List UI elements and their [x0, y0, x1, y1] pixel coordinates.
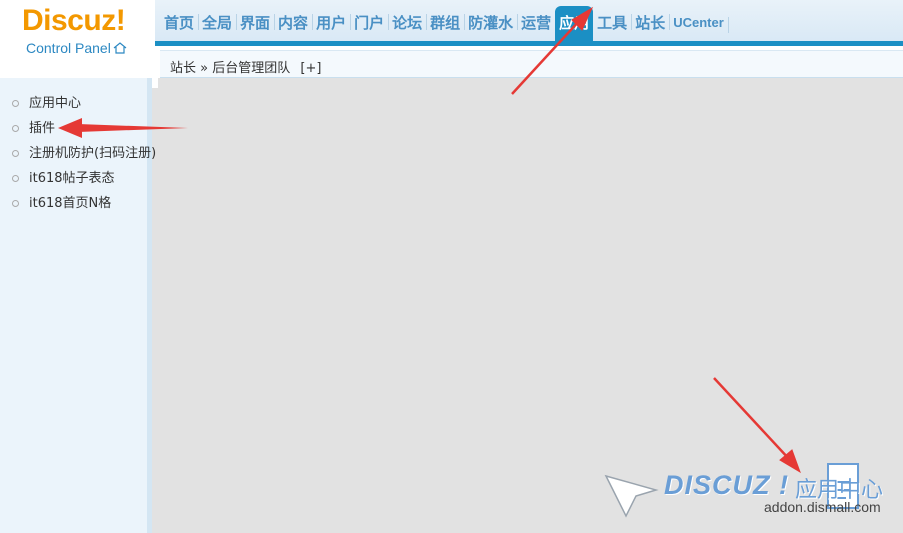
logo[interactable]: Discuz! Control Panel: [0, 0, 155, 78]
nav-user[interactable]: 用户: [312, 12, 352, 33]
sidebar-menu: 应用中心 插件 注册机防护(扫码注册) it618帖子表态 it618首页N格: [12, 96, 156, 221]
cursor-logo-icon: [604, 474, 659, 518]
nav-global[interactable]: 全局: [198, 12, 238, 33]
sidebar-item-label: it618帖子表态: [29, 171, 115, 186]
breadcrumb-bar: 站长 » 后台管理团队 [+]: [160, 50, 903, 78]
bullet-icon: [12, 200, 19, 207]
sidebar-item-plugins[interactable]: 插件: [12, 121, 156, 146]
sidebar-item-label: 注册机防护(扫码注册): [29, 146, 157, 161]
nav-ucenter[interactable]: UCenter: [669, 15, 729, 33]
watermark-brand: DISCUZ !: [664, 470, 789, 500]
logo-subtitle: Control Panel: [26, 40, 127, 56]
breadcrumb-separator: »: [200, 61, 209, 76]
nav-group[interactable]: 群组: [426, 12, 466, 33]
nav-home[interactable]: 首页: [160, 12, 200, 33]
sidebar-item-label: it618首页N格: [29, 196, 112, 211]
breadcrumb: 站长 » 后台管理团队 [+]: [170, 57, 321, 76]
breadcrumb-root[interactable]: 站长: [170, 61, 196, 76]
sidebar-item-app-center[interactable]: 应用中心: [12, 96, 156, 121]
breadcrumb-current: 后台管理团队: [212, 61, 291, 76]
nav-portal[interactable]: 门户: [350, 12, 390, 33]
nav-founder[interactable]: 站长: [631, 12, 671, 33]
sidebar-item-it618-home-grid[interactable]: it618首页N格: [12, 196, 156, 221]
topnav-divider: [155, 41, 903, 46]
nav-plugin-active[interactable]: 应用: [555, 6, 594, 43]
nav-tools[interactable]: 工具: [593, 12, 633, 33]
logo-subtitle-text: Control Panel: [26, 40, 111, 56]
nav-content[interactable]: 内容: [274, 12, 314, 33]
nav-forum[interactable]: 论坛: [388, 12, 428, 33]
bullet-icon: [12, 125, 19, 132]
sidebar-item-label: 插件: [29, 121, 56, 136]
sidebar-item-register-protect[interactable]: 注册机防护(扫码注册): [12, 146, 156, 171]
home-icon[interactable]: [113, 41, 127, 54]
logo-brand: Discuz!: [22, 4, 126, 37]
nav-style[interactable]: 界面: [236, 12, 276, 33]
breadcrumb-add-button[interactable]: [+]: [300, 61, 321, 76]
sidebar-item-label: 应用中心: [29, 96, 82, 111]
bullet-icon: [12, 150, 19, 157]
bullet-icon: [12, 100, 19, 107]
sidebar-item-it618-post-react[interactable]: it618帖子表态: [12, 171, 156, 196]
top-navigation: 首页 全局 界面 内容 用户 门户 论坛 群组 防灌水 运营 应用 工具 站长 …: [160, 6, 729, 43]
bullet-icon: [12, 175, 19, 182]
nav-operation[interactable]: 运营: [517, 12, 557, 33]
nav-antispam[interactable]: 防灌水: [464, 12, 519, 33]
watermark-url: addon.dismall.com: [764, 499, 881, 515]
